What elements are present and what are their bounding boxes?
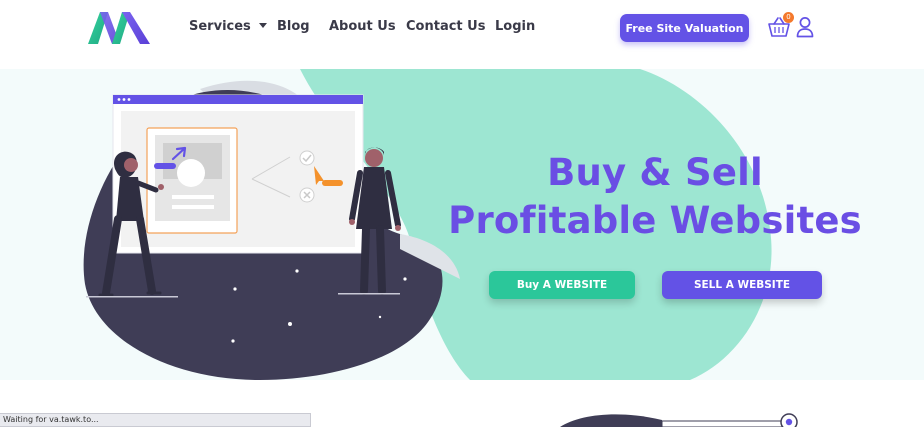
site-header: Services Blog About Us Contact Us Login …: [0, 0, 924, 69]
user-icon[interactable]: [796, 16, 814, 38]
caret-down-icon: [258, 23, 267, 28]
nav-about-us[interactable]: About Us: [329, 19, 396, 34]
hero-title-line1: Buy & Sell: [547, 151, 763, 194]
hero-title-line2: Profitable Websites: [448, 199, 862, 242]
nav-services[interactable]: Services: [189, 19, 267, 34]
nav-blog[interactable]: Blog: [277, 19, 310, 34]
hero-section: Buy & Sell Profitable Websites Buy A WEB…: [0, 69, 924, 380]
brand-logo[interactable]: [86, 10, 154, 46]
cart-count-badge: 0: [783, 12, 794, 23]
free-site-valuation-button[interactable]: Free Site Valuation: [620, 14, 749, 42]
nav-login[interactable]: Login: [495, 19, 535, 34]
browser-status-bar: Waiting for va.tawk.to...: [0, 413, 311, 427]
nav-services-label: Services: [189, 19, 251, 34]
hero-title: Buy & Sell Profitable Websites: [440, 149, 870, 245]
buy-website-button[interactable]: Buy A WEBSITE: [489, 271, 635, 299]
sell-website-button[interactable]: SELL A WEBSITE: [662, 271, 822, 299]
nav-contact-us[interactable]: Contact Us: [406, 19, 485, 34]
